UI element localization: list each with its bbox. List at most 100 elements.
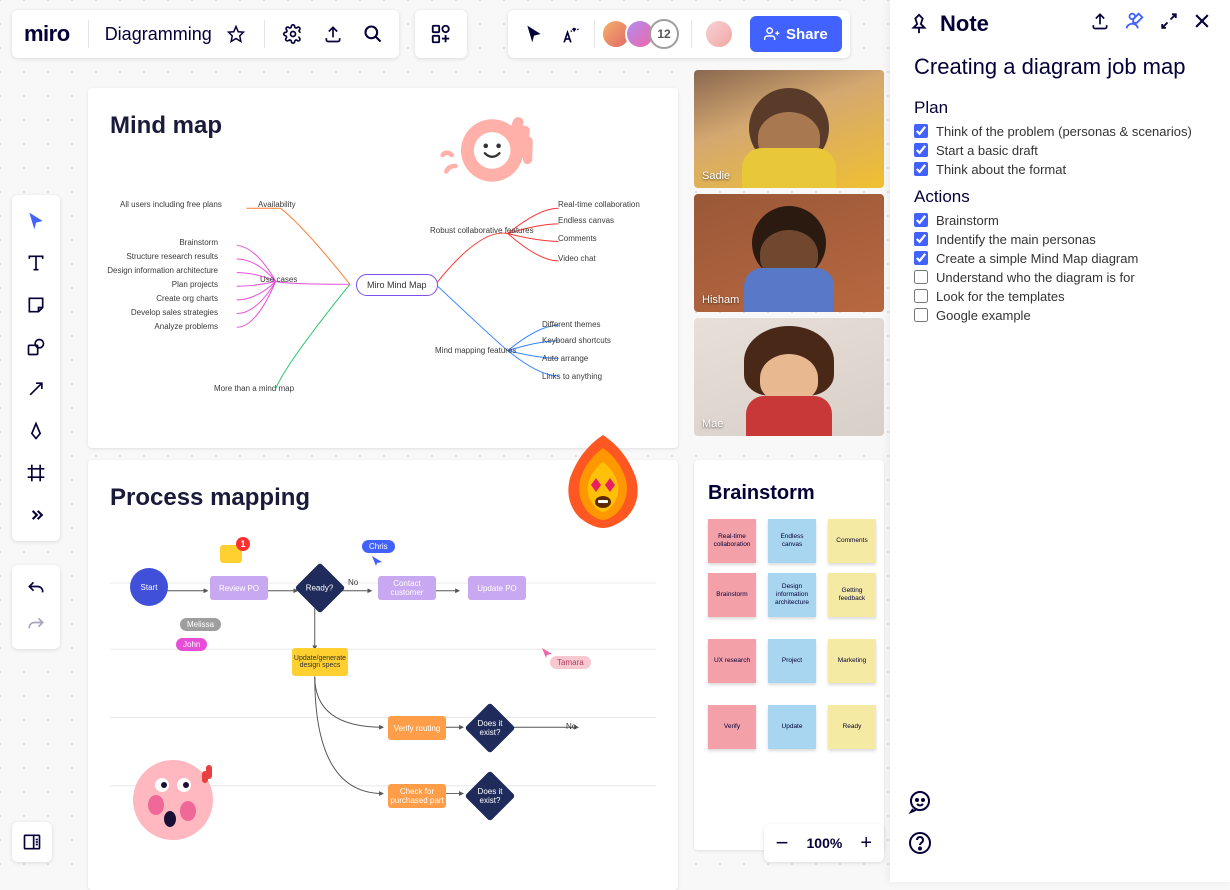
face-sticker[interactable]	[128, 755, 218, 845]
mindmap-node[interactable]: Robust collaborative features	[430, 226, 534, 235]
export-note-icon[interactable]	[1090, 11, 1110, 36]
mindmap-node[interactable]: Brainstorm	[179, 238, 218, 247]
reactions-icon[interactable]	[552, 16, 588, 52]
sticky-note[interactable]: Project	[768, 639, 816, 683]
ok-hand-sticker[interactable]	[428, 100, 538, 210]
zoom-out-icon[interactable]: −	[776, 830, 789, 856]
more-tools-icon[interactable]	[16, 495, 56, 535]
sticky-note[interactable]: Update	[768, 705, 816, 749]
fire-emoji-sticker[interactable]	[558, 430, 648, 530]
settings-icon[interactable]	[275, 16, 311, 52]
sticky-note[interactable]: Marketing	[828, 639, 876, 683]
video-participant[interactable]: Mae	[694, 318, 884, 436]
mindmap-node[interactable]: Plan projects	[172, 280, 218, 289]
panel-toggle[interactable]	[12, 822, 52, 862]
mindmap-node[interactable]: All users including free plans	[120, 200, 222, 209]
sticky-note[interactable]: Endless canvas	[768, 519, 816, 563]
pen-tool-icon[interactable]	[16, 411, 56, 451]
flow-node[interactable]: Update PO	[468, 576, 526, 600]
mindmap-node[interactable]: Video chat	[558, 254, 596, 263]
flow-node[interactable]: Verify routing	[388, 716, 446, 740]
mindmap-node[interactable]: Develop sales strategies	[131, 308, 218, 317]
video-participant[interactable]: Sadie	[694, 70, 884, 188]
cursor-icon[interactable]	[516, 16, 552, 52]
mindmap-node[interactable]: Analyze problems	[154, 322, 218, 331]
checkbox[interactable]	[914, 289, 928, 303]
mindmap-node[interactable]: Links to anything	[542, 372, 602, 381]
help-icon[interactable]	[908, 831, 932, 860]
mindmap-node[interactable]: Structure research results	[126, 252, 218, 261]
edit-note-icon[interactable]	[1124, 10, 1146, 37]
flow-node[interactable]: Review PO	[210, 576, 268, 600]
comment-bubble[interactable]: 1	[220, 545, 242, 563]
sticky-note[interactable]: UX research	[708, 639, 756, 683]
mindmap-node[interactable]: Mind mapping features	[435, 346, 516, 355]
mindmap-node[interactable]: Real-time collaboration	[558, 200, 640, 209]
sticky-note[interactable]: Getting feedback	[828, 573, 876, 617]
mindmap-node[interactable]: Comments	[558, 234, 597, 243]
sticky-note[interactable]: Comments	[828, 519, 876, 563]
note-title-text[interactable]: Creating a diagram job map	[914, 53, 1208, 82]
redo-icon[interactable]	[18, 607, 54, 643]
mindmap-card[interactable]: Mind map	[88, 88, 678, 448]
sticky-note[interactable]: Real-time collaboration	[708, 519, 756, 563]
mindmap-node[interactable]: Create org charts	[156, 294, 218, 303]
flow-start-node[interactable]: Start	[130, 568, 168, 606]
sticky-note[interactable]: Verify	[708, 705, 756, 749]
sticky-note[interactable]: Ready	[828, 705, 876, 749]
checklist-item[interactable]: Think about the format	[914, 162, 1208, 177]
checkbox[interactable]	[914, 124, 928, 138]
checklist-item[interactable]: Start a basic draft	[914, 143, 1208, 158]
checkbox[interactable]	[914, 308, 928, 322]
mindmap-center-node[interactable]: Miro Mind Map	[356, 274, 438, 296]
brainstorm-card[interactable]: Brainstorm Real-time collaboration Endles…	[694, 460, 884, 850]
chat-icon[interactable]	[908, 790, 932, 819]
checkbox[interactable]	[914, 251, 928, 265]
mindmap-node[interactable]: Use cases	[260, 275, 297, 284]
checkbox[interactable]	[914, 232, 928, 246]
checklist-item[interactable]: Create a simple Mind Map diagram	[914, 251, 1208, 266]
sticky-note[interactable]: Brainstorm	[708, 573, 756, 617]
frame-tool-icon[interactable]	[16, 453, 56, 493]
checklist-item[interactable]: Brainstorm	[914, 213, 1208, 228]
star-icon[interactable]	[218, 16, 254, 52]
checkbox[interactable]	[914, 213, 928, 227]
sticky-tool-icon[interactable]	[16, 285, 56, 325]
mindmap-node[interactable]: Endless canvas	[558, 216, 614, 225]
checkbox[interactable]	[914, 270, 928, 284]
flow-node[interactable]: Update/generate design specs	[292, 648, 348, 676]
checklist-item[interactable]: Think of the problem (personas & scenari…	[914, 124, 1208, 139]
undo-icon[interactable]	[18, 571, 54, 607]
mindmap-node[interactable]: More than a mind map	[214, 384, 294, 393]
zoom-level[interactable]: 100%	[807, 835, 843, 851]
shapes-tool-icon[interactable]	[16, 327, 56, 367]
flow-node[interactable]: Contact customer	[378, 576, 436, 600]
sticky-note[interactable]: Design information architecture	[768, 573, 816, 617]
checklist-item[interactable]: Understand who the diagram is for	[914, 270, 1208, 285]
text-tool-icon[interactable]	[16, 243, 56, 283]
checkbox[interactable]	[914, 143, 928, 157]
board-title[interactable]: Diagramming	[99, 24, 214, 45]
flow-node[interactable]: Check for purchased part	[388, 784, 446, 808]
mindmap-node[interactable]: Auto arrange	[542, 354, 588, 363]
mindmap-node[interactable]: Design information architecture	[107, 266, 218, 275]
mindmap-node[interactable]: Keyboard shortcuts	[542, 336, 611, 345]
participant-count[interactable]: 12	[649, 19, 679, 49]
share-button[interactable]: Share	[750, 16, 842, 52]
add-shapes-icon[interactable]	[423, 16, 459, 52]
pin-icon[interactable]	[908, 13, 930, 35]
self-avatar[interactable]	[704, 19, 734, 49]
miro-logo[interactable]: miro	[20, 21, 78, 47]
mindmap-node[interactable]: Availability	[258, 200, 296, 209]
zoom-in-icon[interactable]: +	[860, 832, 872, 855]
arrow-tool-icon[interactable]	[16, 369, 56, 409]
mindmap-node[interactable]: Different themes	[542, 320, 601, 329]
checkbox[interactable]	[914, 162, 928, 176]
expand-icon[interactable]	[1160, 12, 1178, 35]
canvas-area[interactable]: Mind map	[88, 80, 884, 882]
export-icon[interactable]	[315, 16, 351, 52]
checklist-item[interactable]: Indentify the main personas	[914, 232, 1208, 247]
close-icon[interactable]	[1192, 11, 1212, 36]
select-tool-icon[interactable]	[16, 201, 56, 241]
video-participant[interactable]: Hisham	[694, 194, 884, 312]
